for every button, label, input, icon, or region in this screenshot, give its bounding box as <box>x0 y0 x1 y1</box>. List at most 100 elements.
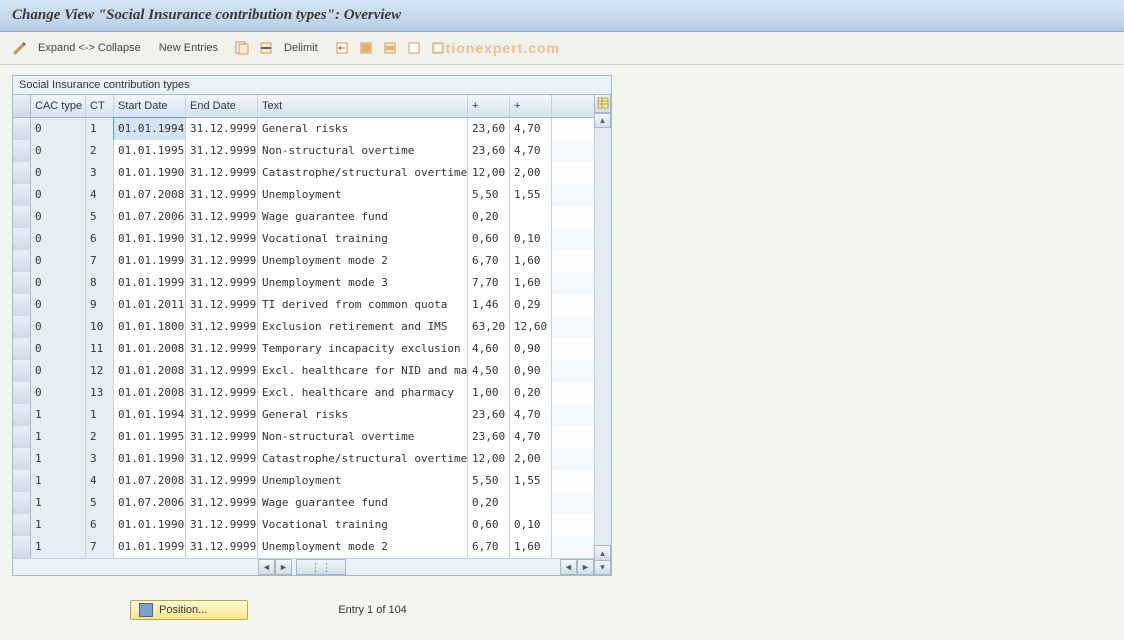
cell-rate-2[interactable]: 0,90 <box>510 360 552 382</box>
cell-rate-1[interactable]: 4,50 <box>468 360 510 382</box>
cell-rate-1[interactable]: 7,70 <box>468 272 510 294</box>
cell-end-date[interactable]: 31.12.9999 <box>186 118 258 140</box>
column-header-text[interactable]: Text <box>258 95 468 117</box>
cell-rate-2[interactable]: 12,60 <box>510 316 552 338</box>
row-selector[interactable] <box>13 250 31 272</box>
table-row[interactable]: 1101.01.199431.12.9999General risks23,60… <box>13 404 594 426</box>
row-selector[interactable] <box>13 228 31 250</box>
cell-rate-1[interactable]: 6,70 <box>468 250 510 272</box>
table-row[interactable]: 01101.01.200831.12.9999Temporary incapac… <box>13 338 594 360</box>
new-entries-button[interactable]: New Entries <box>159 42 218 54</box>
row-selector[interactable] <box>13 272 31 294</box>
cell-end-date[interactable]: 31.12.9999 <box>186 184 258 206</box>
cell-text[interactable]: Unemployment mode 2 <box>258 250 468 272</box>
column-header-plus-1[interactable]: + <box>468 95 510 117</box>
cell-rate-1[interactable]: 0,60 <box>468 514 510 536</box>
cell-text[interactable]: Vocational training <box>258 228 468 250</box>
cell-rate-1[interactable]: 1,46 <box>468 294 510 316</box>
row-selector[interactable] <box>13 360 31 382</box>
table-row[interactable]: 1601.01.199031.12.9999Vocational trainin… <box>13 514 594 536</box>
delete-icon[interactable] <box>256 38 276 58</box>
row-selector[interactable] <box>13 294 31 316</box>
cell-text[interactable]: Temporary incapacity exclusion <box>258 338 468 360</box>
position-button[interactable]: Position... <box>130 600 248 620</box>
cell-rate-2[interactable]: 1,60 <box>510 272 552 294</box>
cell-start-date[interactable]: 01.01.1990 <box>114 448 186 470</box>
cell-start-date[interactable]: 01.07.2008 <box>114 470 186 492</box>
cell-text[interactable]: Vocational training <box>258 514 468 536</box>
row-selector[interactable] <box>13 426 31 448</box>
cell-end-date[interactable]: 31.12.9999 <box>186 536 258 558</box>
table-row[interactable]: 01001.01.180031.12.9999Exclusion retirem… <box>13 316 594 338</box>
cell-start-date[interactable]: 01.01.1990 <box>114 228 186 250</box>
table-row[interactable]: 0501.07.200631.12.9999Wage guarantee fun… <box>13 206 594 228</box>
cell-end-date[interactable]: 31.12.9999 <box>186 360 258 382</box>
cell-start-date[interactable]: 01.01.1995 <box>114 140 186 162</box>
cell-rate-2[interactable]: 4,70 <box>510 140 552 162</box>
table-row[interactable]: 1301.01.199031.12.9999Catastrophe/struct… <box>13 448 594 470</box>
cell-text[interactable]: General risks <box>258 118 468 140</box>
cell-text[interactable]: Unemployment <box>258 184 468 206</box>
cell-rate-1[interactable]: 23,60 <box>468 426 510 448</box>
column-header-end-date[interactable]: End Date <box>186 95 258 117</box>
scroll-down-icon[interactable]: ▾ <box>594 560 611 575</box>
cell-start-date[interactable]: 01.01.1990 <box>114 514 186 536</box>
cell-end-date[interactable]: 31.12.9999 <box>186 338 258 360</box>
cell-text[interactable]: General risks <box>258 404 468 426</box>
cell-text[interactable]: Non-structural overtime <box>258 140 468 162</box>
toggle-display-change-icon[interactable] <box>10 38 30 58</box>
table-row[interactable]: 0701.01.199931.12.9999Unemployment mode … <box>13 250 594 272</box>
table-row[interactable]: 0301.01.199031.12.9999Catastrophe/struct… <box>13 162 594 184</box>
cell-start-date[interactable]: 01.01.1994 <box>114 118 186 140</box>
print-icon[interactable] <box>428 38 448 58</box>
column-header-plus-2[interactable]: + <box>510 95 552 117</box>
row-selector[interactable] <box>13 470 31 492</box>
hscroll-left-2-icon[interactable]: ◄ <box>560 559 577 575</box>
cell-rate-2[interactable]: 4,70 <box>510 426 552 448</box>
row-selector[interactable] <box>13 492 31 514</box>
cell-start-date[interactable]: 01.01.1994 <box>114 404 186 426</box>
cell-rate-1[interactable]: 23,60 <box>468 404 510 426</box>
table-row[interactable]: 0801.01.199931.12.9999Unemployment mode … <box>13 272 594 294</box>
table-row[interactable]: 0401.07.200831.12.9999Unemployment5,501,… <box>13 184 594 206</box>
cell-end-date[interactable]: 31.12.9999 <box>186 316 258 338</box>
cell-rate-2[interactable]: 4,70 <box>510 118 552 140</box>
select-block-icon[interactable] <box>380 38 400 58</box>
cell-end-date[interactable]: 31.12.9999 <box>186 404 258 426</box>
cell-rate-1[interactable]: 6,70 <box>468 536 510 558</box>
table-row[interactable]: 0101.01.199431.12.9999General risks23,60… <box>13 118 594 140</box>
table-row[interactable]: 0201.01.199531.12.9999Non-structural ove… <box>13 140 594 162</box>
cell-end-date[interactable]: 31.12.9999 <box>186 514 258 536</box>
column-header-ct[interactable]: CT <box>86 95 114 117</box>
vertical-scrollbar[interactable]: ▴ ▴ ▾ <box>594 94 611 575</box>
scroll-up-2-icon[interactable]: ▴ <box>594 545 611 560</box>
cell-rate-1[interactable]: 23,60 <box>468 140 510 162</box>
cell-start-date[interactable]: 01.01.2008 <box>114 382 186 404</box>
cell-end-date[interactable]: 31.12.9999 <box>186 382 258 404</box>
table-row[interactable]: 1201.01.199531.12.9999Non-structural ove… <box>13 426 594 448</box>
cell-rate-1[interactable]: 0,60 <box>468 228 510 250</box>
horizontal-scrollbar[interactable]: ◄ ► ⋮⋮ ◄ ► <box>13 558 594 575</box>
cell-rate-2[interactable]: 4,70 <box>510 404 552 426</box>
table-row[interactable]: 0601.01.199031.12.9999Vocational trainin… <box>13 228 594 250</box>
cell-rate-1[interactable]: 23,60 <box>468 118 510 140</box>
cell-start-date[interactable]: 01.01.2008 <box>114 338 186 360</box>
cell-start-date[interactable]: 01.01.1999 <box>114 250 186 272</box>
delimit-button[interactable]: Delimit <box>284 42 318 54</box>
cell-start-date[interactable]: 01.01.1999 <box>114 536 186 558</box>
cell-rate-1[interactable]: 12,00 <box>468 448 510 470</box>
table-row[interactable]: 1701.01.199931.12.9999Unemployment mode … <box>13 536 594 558</box>
cell-rate-2[interactable]: 1,55 <box>510 184 552 206</box>
cell-end-date[interactable]: 31.12.9999 <box>186 294 258 316</box>
cell-rate-2[interactable]: 1,60 <box>510 536 552 558</box>
cell-rate-1[interactable]: 12,00 <box>468 162 510 184</box>
cell-rate-2[interactable]: 1,60 <box>510 250 552 272</box>
cell-end-date[interactable]: 31.12.9999 <box>186 206 258 228</box>
row-selector[interactable] <box>13 206 31 228</box>
hscroll-left-icon[interactable]: ◄ <box>258 559 275 575</box>
row-selector[interactable] <box>13 162 31 184</box>
cell-text[interactable]: Excl. healthcare for NID and mat <box>258 360 468 382</box>
scroll-up-icon[interactable]: ▴ <box>594 113 611 128</box>
cell-text[interactable]: Unemployment mode 2 <box>258 536 468 558</box>
row-selector[interactable] <box>13 140 31 162</box>
